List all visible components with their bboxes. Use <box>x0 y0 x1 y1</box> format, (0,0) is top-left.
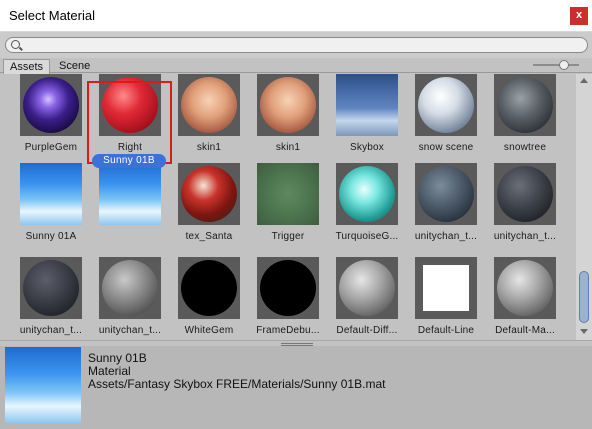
scroll-up-icon[interactable] <box>580 78 588 83</box>
scroll-down-icon[interactable] <box>580 329 588 334</box>
santa-sphere-icon <box>178 163 240 225</box>
material-label: Skybox <box>350 142 384 153</box>
material-label: snow scene <box>418 142 474 153</box>
material-item[interactable]: WhiteGem <box>167 257 247 340</box>
preview-path: Assets/Fantasy Skybox FREE/Materials/Sun… <box>88 377 386 391</box>
dark-tree-sphere-icon <box>494 74 556 136</box>
preview-info: Sunny 01B Material Assets/Fantasy Skybox… <box>88 352 385 391</box>
turquoise-gem-sphere-icon <box>336 163 398 225</box>
preview-pane: Sunny 01B Material Assets/Fantasy Skybox… <box>0 346 592 429</box>
black-sphere-icon <box>178 257 240 319</box>
material-item[interactable]: snow scene <box>404 74 484 164</box>
selected-material-label[interactable]: Sunny 01B <box>92 154 166 168</box>
snow-sphere-icon <box>415 74 477 136</box>
material-item[interactable]: unitychan_t... <box>483 163 563 253</box>
selection-frame <box>87 81 172 164</box>
material-label: Default-Ma... <box>495 325 555 336</box>
black-sphere-icon <box>257 257 319 319</box>
material-item[interactable]: Sunny 01A <box>9 163 89 253</box>
zoom-slider-track[interactable] <box>533 64 579 66</box>
green-translucent-square-icon <box>257 163 319 225</box>
scrollbar-thumb[interactable] <box>579 271 589 323</box>
grey-sphere-icon <box>336 257 398 319</box>
material-label: tex_Santa <box>185 231 233 242</box>
material-item[interactable]: Default-Ma... <box>483 257 563 340</box>
title-bar: Select Material x <box>0 0 592 32</box>
material-item[interactable]: tex_Santa <box>167 163 247 253</box>
material-label: unitychan_t... <box>414 231 478 242</box>
material-label: skin1 <box>196 142 222 153</box>
purple-crystal-sphere-icon <box>20 74 82 136</box>
material-item[interactable]: snowtree <box>483 74 563 164</box>
material-label: snowtree <box>503 142 547 153</box>
material-label: WhiteGem <box>184 325 234 336</box>
skin-sphere-icon <box>178 74 240 136</box>
material-item[interactable]: skin1 <box>167 74 247 164</box>
sky-clouds-flat-icon <box>99 163 161 225</box>
vertical-scrollbar[interactable] <box>576 74 592 340</box>
material-label: unitychan_t... <box>98 325 162 336</box>
skybox-flat-icon <box>336 74 398 136</box>
material-label: unitychan_t... <box>19 325 83 336</box>
material-item[interactable]: unitychan_t... <box>9 257 89 340</box>
material-label: FrameDebu... <box>256 325 320 336</box>
material-item[interactable]: PurpleGem <box>9 74 89 164</box>
material-label: TurquoiseG... <box>335 231 399 242</box>
material-item[interactable]: unitychan_t... <box>88 257 168 340</box>
material-item[interactable]: unitychan_t... <box>404 163 484 253</box>
material-item[interactable]: TurquoiseG... <box>325 163 405 253</box>
search-icon <box>11 40 20 49</box>
preview-name: Sunny 01B <box>88 351 147 365</box>
tab-bar: Assets Scene <box>0 58 592 74</box>
tab-scene[interactable]: Scene <box>53 59 96 74</box>
dark-checker-sphere-icon <box>20 257 82 319</box>
material-item[interactable]: skin1 <box>246 74 326 164</box>
material-item[interactable]: Default-Diff... <box>325 257 405 340</box>
dark-checker-sphere-icon <box>494 163 556 225</box>
material-item[interactable]: Skybox <box>325 74 405 164</box>
material-label: Default-Line <box>417 325 475 336</box>
grey-sphere-icon <box>99 257 161 319</box>
material-label: Default-Diff... <box>336 325 398 336</box>
tab-assets[interactable]: Assets <box>3 59 51 74</box>
zoom-slider-handle[interactable] <box>559 60 569 70</box>
dark-checker-sphere-icon <box>415 163 477 225</box>
material-label: PurpleGem <box>24 142 78 153</box>
material-label: Trigger <box>271 231 305 242</box>
white-square-icon <box>415 257 477 319</box>
search-toolbar <box>0 32 592 58</box>
material-item[interactable]: Default-Line <box>404 257 484 340</box>
grey-sphere-icon <box>494 257 556 319</box>
sky-clouds-flat-icon <box>20 163 82 225</box>
material-label: Sunny 01A <box>25 231 77 242</box>
sky-clouds-flat-icon <box>5 347 81 423</box>
material-item[interactable]: Trigger <box>246 163 326 253</box>
material-item-selected[interactable] <box>88 163 168 253</box>
material-label: unitychan_t... <box>493 231 557 242</box>
close-button[interactable]: x <box>570 7 588 25</box>
search-input[interactable] <box>5 37 588 53</box>
material-item[interactable]: FrameDebu... <box>246 257 326 340</box>
material-label: skin1 <box>275 142 301 153</box>
skin-sphere-icon <box>257 74 319 136</box>
window-title: Select Material <box>9 8 95 23</box>
